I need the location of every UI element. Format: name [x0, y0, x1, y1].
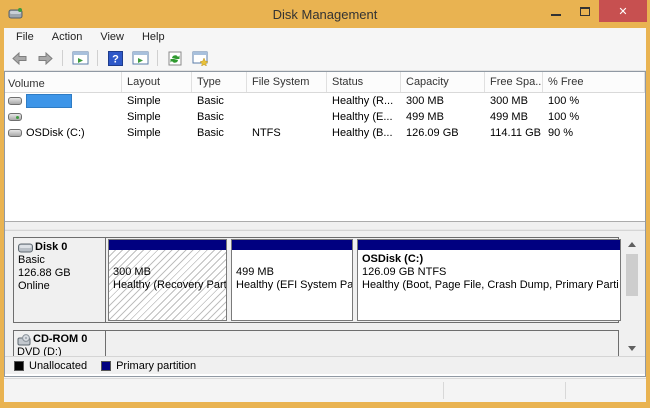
disk-0-status: Online [18, 280, 105, 293]
close-button[interactable]: ✕ [599, 0, 647, 22]
partition-status: Healthy (EFI System Partit [236, 279, 351, 292]
partition-recovery[interactable]: 300 MB Healthy (Recovery Parti [108, 239, 227, 321]
menu-view[interactable]: View [91, 29, 133, 45]
table-row[interactable]: OSDisk (C:) Simple Basic NTFS Healthy (B… [5, 125, 645, 141]
scroll-down-icon[interactable] [624, 341, 640, 356]
horizontal-scrollbar[interactable] [5, 221, 645, 230]
volume-list-header: Volume Layout Type File System Status Ca… [5, 72, 645, 93]
volume-icon [8, 129, 22, 137]
column-header-file-system[interactable]: File System [247, 72, 327, 92]
disk-icon [18, 243, 33, 253]
partition-title: OSDisk (C:) [362, 253, 619, 266]
titlebar: Disk Management ✕ [0, 0, 650, 28]
minimize-button[interactable] [541, 0, 570, 22]
menu-file[interactable]: File [7, 29, 43, 45]
show-hide-console-tree-icon[interactable] [129, 48, 151, 68]
main-view: Volume Layout Type File System Status Ca… [4, 71, 646, 377]
status-bar [4, 378, 646, 402]
disk-0-size: 126.88 GB [18, 267, 105, 280]
column-header-type[interactable]: Type [192, 72, 247, 92]
close-icon: ✕ [618, 5, 627, 18]
table-row[interactable]: Simple Basic Healthy (R... 300 MB 300 MB… [5, 93, 645, 109]
refresh-icon[interactable] [164, 48, 186, 68]
minimize-icon [551, 14, 561, 16]
help-icon[interactable]: ? [104, 48, 126, 68]
back-icon[interactable] [9, 48, 31, 68]
menu-action[interactable]: Action [43, 29, 92, 45]
primary-partition-swatch [101, 361, 111, 371]
maximize-button[interactable] [570, 0, 599, 22]
column-header-layout[interactable]: Layout [122, 72, 192, 92]
column-header-volume[interactable]: Volume [5, 72, 122, 92]
primary-partition-label: Primary partition [116, 360, 196, 372]
scroll-up-icon[interactable] [624, 237, 640, 252]
partition-size: 126.09 GB NTFS [362, 266, 619, 279]
partition-size: 499 MB [236, 266, 351, 279]
toolbar: ? [4, 46, 646, 71]
unallocated-label: Unallocated [29, 360, 87, 372]
cdrom-0-label[interactable]: CD-ROM 0 DVD (D:) [14, 331, 106, 356]
disk-0-type: Basic [18, 254, 105, 267]
column-header-capacity[interactable]: Capacity [401, 72, 485, 92]
volume-icon [8, 113, 22, 121]
volume-icon [8, 97, 22, 105]
cdrom-0-type: DVD (D:) [17, 346, 105, 356]
status-bar-separator [443, 382, 444, 399]
column-header-free-space[interactable]: Free Spa... [485, 72, 543, 92]
toolbar-separator [62, 50, 63, 66]
status-bar-separator [565, 382, 566, 399]
cdrom-0-block: CD-ROM 0 DVD (D:) [13, 330, 619, 356]
disk-management-window: Disk Management ✕ File Action View Help [0, 0, 650, 408]
unallocated-swatch [14, 361, 24, 371]
column-header-status[interactable]: Status [327, 72, 401, 92]
volume-name: OSDisk (C:) [26, 125, 85, 141]
partition-efi[interactable]: 499 MB Healthy (EFI System Partit [231, 239, 353, 321]
volume-list: Volume Layout Type File System Status Ca… [5, 72, 645, 230]
partition-size: 300 MB [113, 266, 225, 279]
maximize-icon [580, 7, 590, 16]
table-row[interactable]: Simple Basic Healthy (E... 499 MB 499 MB… [5, 109, 645, 125]
partition-color-bar [358, 240, 620, 250]
partition-color-bar [232, 240, 352, 250]
partition-color-bar [109, 240, 226, 250]
forward-icon[interactable] [34, 48, 56, 68]
disk-actions-icon[interactable] [189, 48, 211, 68]
partition-osdisk-c[interactable]: OSDisk (C:) 126.09 GB NTFS Healthy (Boot… [357, 239, 621, 321]
cdrom-icon [17, 334, 33, 346]
column-header-pct-free[interactable]: % Free [543, 72, 645, 92]
console-tree-icon[interactable] [69, 48, 91, 68]
legend-bar: Unallocated Primary partition [5, 356, 645, 374]
disk-0-block: Disk 0 Basic 126.88 GB Online 300 MB [13, 237, 619, 323]
partition-status: Healthy (Recovery Parti [113, 279, 225, 292]
graphical-view: Disk 0 Basic 126.88 GB Online 300 MB [5, 230, 645, 356]
volume-list-empty-area [5, 141, 645, 221]
scrollbar-thumb[interactable] [626, 254, 638, 296]
menu-bar: File Action View Help [4, 28, 646, 46]
disk-0-label[interactable]: Disk 0 Basic 126.88 GB Online [14, 238, 106, 322]
selected-volume-highlight [26, 94, 72, 108]
toolbar-separator [97, 50, 98, 66]
menu-help[interactable]: Help [133, 29, 174, 45]
partition-status: Healthy (Boot, Page File, Crash Dump, Pr… [362, 279, 619, 292]
toolbar-separator [157, 50, 158, 66]
svg-text:?: ? [112, 53, 119, 65]
vertical-scrollbar[interactable] [624, 237, 640, 356]
